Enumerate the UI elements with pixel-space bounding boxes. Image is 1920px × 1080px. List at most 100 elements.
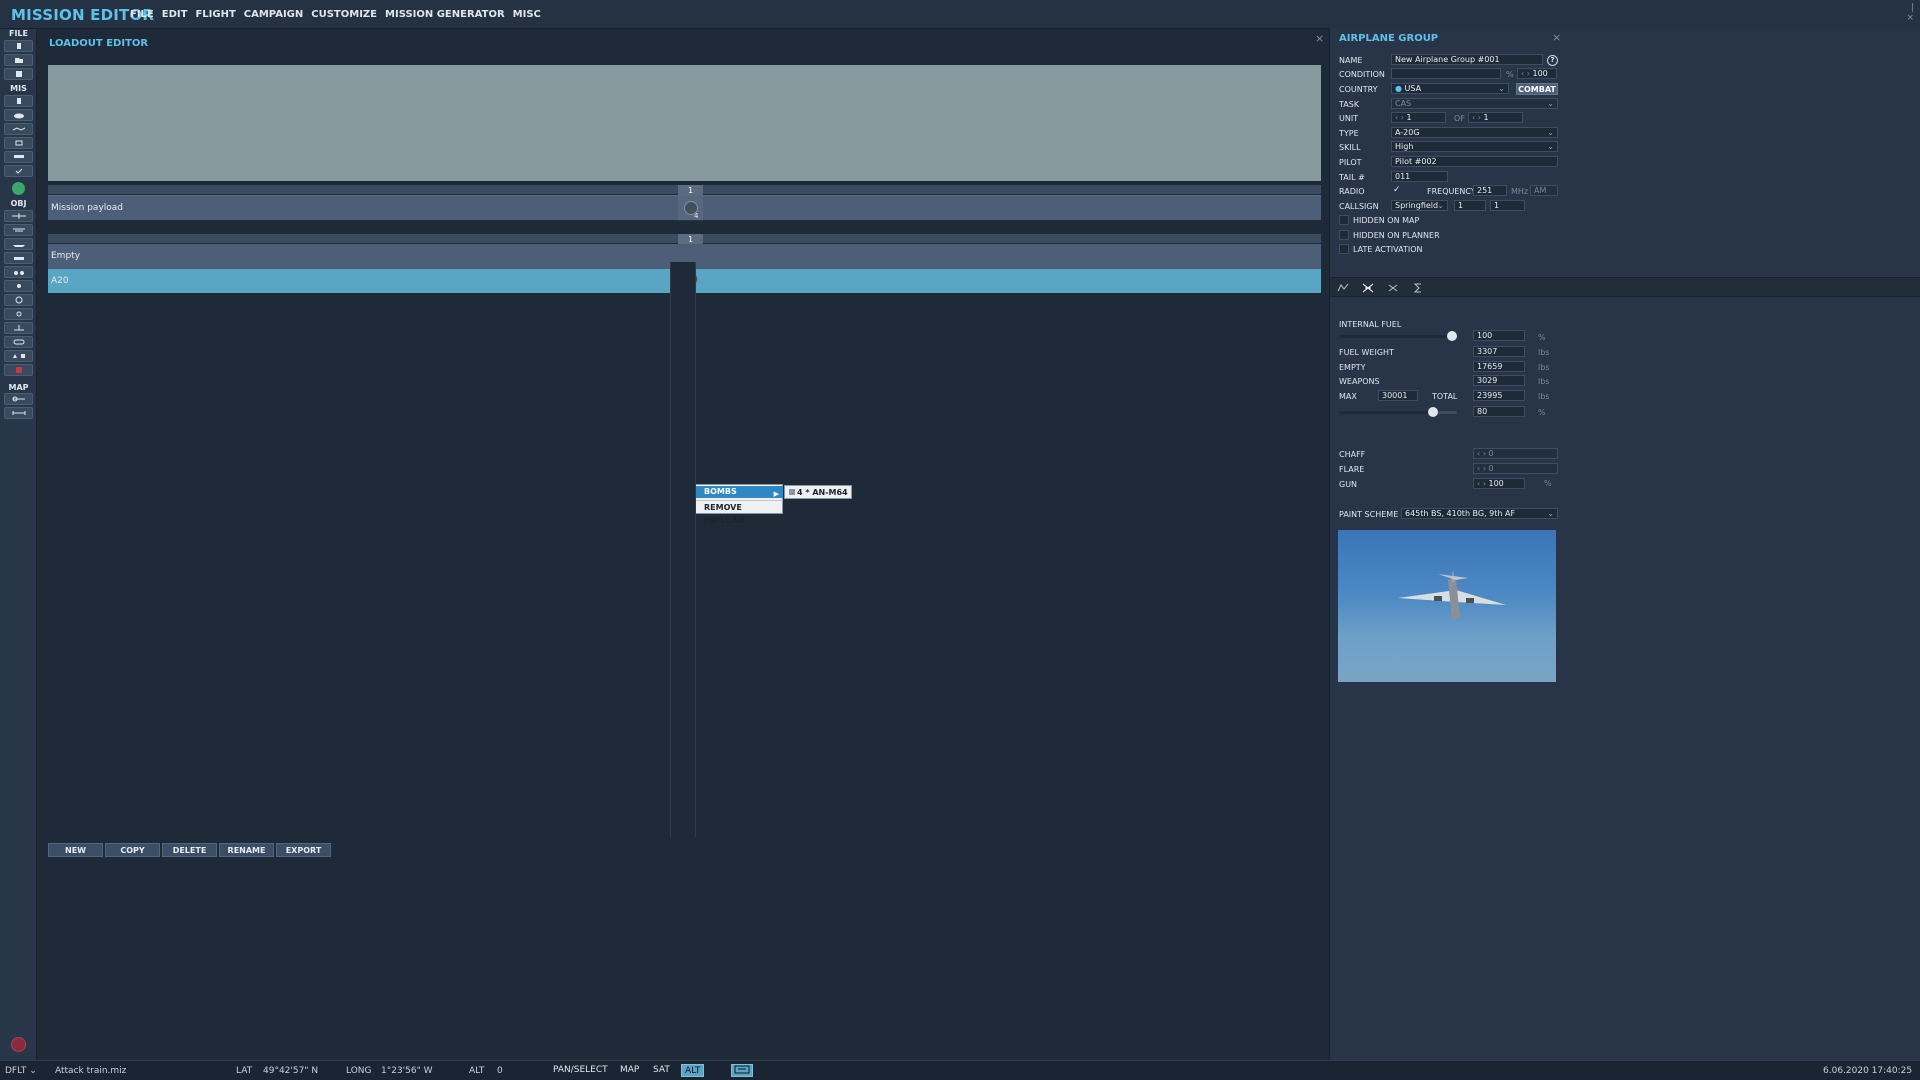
of-field[interactable]: ‹ › 1: [1468, 112, 1523, 123]
internal-fuel-slider[interactable]: [1339, 331, 1457, 341]
type-select[interactable]: A-20G ⌄: [1391, 127, 1558, 138]
spinner-icon[interactable]: ‹ ›: [1472, 113, 1483, 122]
trigger-button[interactable]: [4, 123, 33, 135]
flare-field[interactable]: ‹ › 0: [1473, 463, 1558, 474]
alt-label: ALT: [469, 1066, 485, 1076]
mode-select[interactable]: DFLT ⌄: [5, 1066, 37, 1076]
condition-field[interactable]: [1391, 68, 1501, 79]
pan-select-button[interactable]: PAN/SELECT: [553, 1064, 608, 1077]
hidden-on-planner-checkbox[interactable]: [1339, 230, 1349, 240]
fly-mission-button[interactable]: [12, 182, 25, 195]
country-select[interactable]: ● USA ⌄: [1391, 83, 1509, 94]
callsign-number-1[interactable]: 1: [1454, 200, 1486, 211]
new-button[interactable]: NEW: [48, 843, 103, 857]
close-icon[interactable]: ×: [1906, 13, 1914, 23]
condition-value-field[interactable]: ‹ › 100: [1517, 68, 1557, 79]
goals-button[interactable]: [4, 151, 33, 163]
gun-field[interactable]: ‹ › 100: [1473, 478, 1525, 489]
add-helicopter-button[interactable]: [4, 224, 33, 236]
chevron-down-icon: ⌄: [29, 1066, 37, 1076]
altitude-view-button[interactable]: ALT: [681, 1064, 705, 1077]
check-button[interactable]: [4, 165, 33, 177]
menu-campaign[interactable]: CAMPAIGN: [244, 9, 303, 20]
add-vehicle-button[interactable]: [4, 252, 33, 264]
export-button[interactable]: EXPORT: [276, 843, 331, 857]
frequency-field[interactable]: 251: [1473, 185, 1507, 196]
add-shapes-button[interactable]: [4, 350, 33, 362]
help-icon[interactable]: ?: [1547, 55, 1558, 66]
spinner-icon[interactable]: ‹ › 0: [1477, 464, 1494, 473]
unit-field[interactable]: ‹ › 1: [1391, 112, 1446, 123]
rename-button[interactable]: RENAME: [219, 843, 274, 857]
briefing-button[interactable]: [4, 95, 33, 107]
spinner-icon[interactable]: ‹ ›: [1521, 69, 1532, 78]
satellite-view-button[interactable]: SAT: [653, 1064, 670, 1077]
spinner-icon[interactable]: ‹ › 0: [1477, 449, 1494, 458]
map-tools-button[interactable]: [731, 1064, 753, 1077]
lbs-unit: lbs: [1538, 377, 1550, 386]
tab-summary[interactable]: [1409, 281, 1427, 295]
radio-checkbox[interactable]: ✓: [1393, 185, 1401, 195]
mission-file-name: Attack train.miz: [55, 1066, 127, 1076]
delete-object-button[interactable]: [4, 364, 33, 376]
tail-field[interactable]: 011: [1391, 171, 1448, 182]
new-mission-button[interactable]: [4, 40, 33, 52]
paint-scheme-select[interactable]: 645th BS, 410th BG, 9th AF ⌄: [1401, 508, 1558, 519]
context-menu-remove-payload[interactable]: REMOVE PAYLOAD: [692, 500, 783, 525]
map-measure-button[interactable]: [4, 393, 33, 405]
spinner-icon[interactable]: ‹ ›: [1477, 479, 1488, 488]
add-carrier-button[interactable]: [4, 322, 33, 334]
delete-button[interactable]: DELETE: [162, 843, 217, 857]
late-activation-checkbox[interactable]: [1339, 244, 1349, 254]
name-field[interactable]: New Airplane Group #001: [1391, 54, 1543, 65]
mission-payload-row[interactable]: Mission payload 4: [48, 195, 1321, 221]
zone-button[interactable]: [4, 137, 33, 149]
tab-route[interactable]: [1334, 281, 1352, 295]
add-ship-button[interactable]: [4, 238, 33, 250]
skill-select[interactable]: High ⌄: [1391, 141, 1558, 152]
add-static-button[interactable]: [4, 294, 33, 306]
slider-handle[interactable]: [1447, 331, 1457, 341]
close-icon[interactable]: ×: [1315, 32, 1324, 45]
copy-button[interactable]: COPY: [105, 843, 160, 857]
menu-file[interactable]: FILE: [130, 9, 154, 20]
menu-mission-generator[interactable]: MISSION GENERATOR: [385, 9, 505, 20]
submenu-weapon-item[interactable]: 4 * AN-M64: [784, 485, 852, 499]
sigma-icon: [1413, 283, 1421, 293]
pilot-field[interactable]: Pilot #002: [1391, 156, 1558, 167]
callsign-select[interactable]: Springfield ⌄: [1391, 200, 1448, 211]
total-weight-slider[interactable]: [1339, 407, 1457, 417]
spinner-icon[interactable]: ‹ ›: [1395, 113, 1406, 122]
exit-button[interactable]: [11, 1037, 26, 1052]
internal-fuel-field[interactable]: 100: [1473, 330, 1525, 341]
save-mission-button[interactable]: [4, 68, 33, 80]
menu-edit[interactable]: EDIT: [162, 9, 188, 20]
type-value: A-20G: [1395, 128, 1420, 137]
close-icon[interactable]: ×: [1552, 31, 1561, 44]
open-mission-button[interactable]: [4, 54, 33, 66]
menu-flight[interactable]: FLIGHT: [195, 9, 235, 20]
map-view-button[interactable]: MAP: [620, 1064, 639, 1077]
combat-button[interactable]: COMBAT: [1516, 83, 1558, 95]
modulation-select[interactable]: AM: [1530, 185, 1558, 196]
minimize-icon[interactable]: |: [1911, 3, 1914, 13]
tab-failures[interactable]: [1384, 281, 1402, 295]
add-airplane-button[interactable]: [4, 210, 33, 222]
task-select[interactable]: CAS ⌄: [1391, 98, 1558, 109]
chaff-field[interactable]: ‹ › 0: [1473, 448, 1558, 459]
add-waypoint-button[interactable]: [4, 280, 33, 292]
context-menu-bombs[interactable]: BOMBS ▶: [692, 486, 783, 498]
menu-customize[interactable]: CUSTOMIZE: [311, 9, 377, 20]
hidden-on-map-checkbox[interactable]: [1339, 215, 1349, 225]
menu-misc[interactable]: MISC: [513, 9, 541, 20]
add-template-button[interactable]: [4, 336, 33, 348]
callsign-number-2[interactable]: 1: [1490, 200, 1525, 211]
save-icon: [15, 71, 22, 77]
add-nav-button[interactable]: [4, 308, 33, 320]
tab-payload[interactable]: [1359, 281, 1377, 295]
weather-button[interactable]: [4, 109, 33, 121]
add-train-button[interactable]: [4, 266, 33, 278]
slider-handle[interactable]: [1428, 407, 1438, 417]
chevron-down-icon: ⌄: [1437, 201, 1444, 210]
map-ruler-button[interactable]: [4, 407, 33, 419]
